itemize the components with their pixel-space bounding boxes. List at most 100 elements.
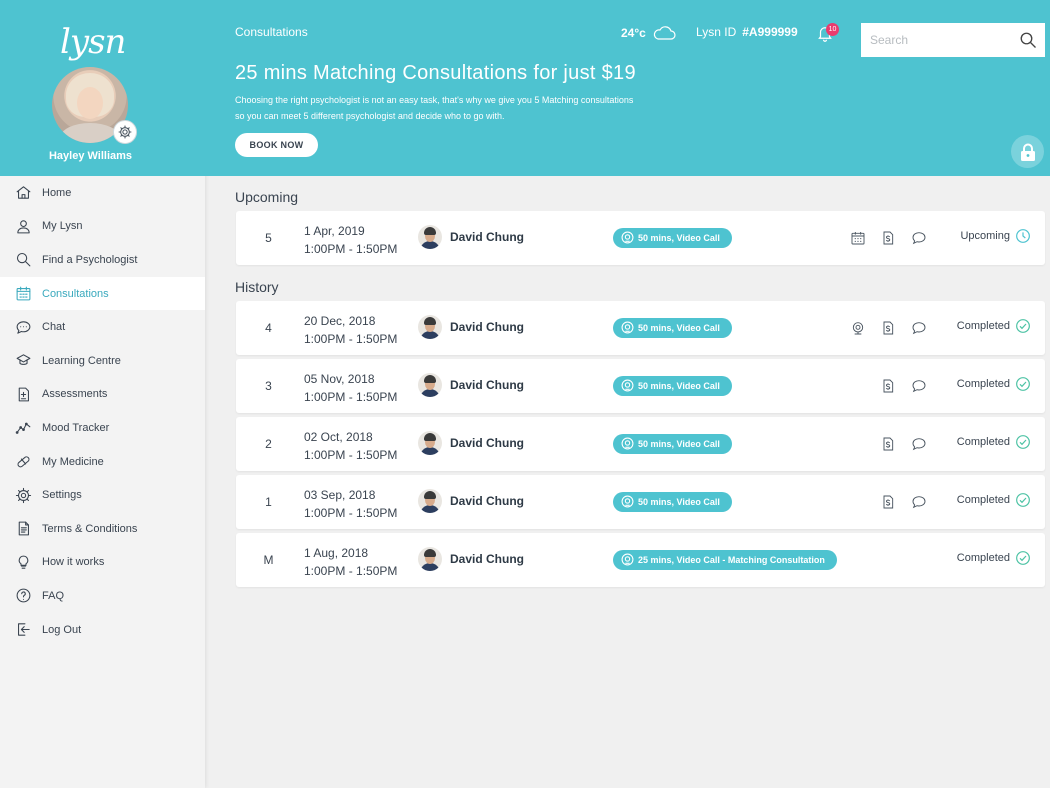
book-now-button[interactable]: BOOK NOW xyxy=(235,133,318,157)
status-badge: Completed xyxy=(957,550,1031,566)
session-datetime: 20 Dec, 2018 1:00PM - 1:50PM xyxy=(304,312,397,348)
psychologist[interactable]: David Chung xyxy=(418,547,524,571)
session-type-label: 50 mins, Video Call xyxy=(638,233,720,243)
session-number: 4 xyxy=(265,321,272,335)
sidebar-item-my-medicine[interactable]: My Medicine xyxy=(0,445,205,479)
psychologist-name: David Chung xyxy=(450,552,524,566)
chat-icon[interactable] xyxy=(910,229,928,247)
document-icon xyxy=(14,520,32,538)
psychologist-avatar xyxy=(418,431,442,455)
cloud-icon xyxy=(653,26,676,40)
invoice-icon[interactable] xyxy=(879,435,897,453)
sidebar-item-learning-centre[interactable]: Learning Centre xyxy=(0,344,205,378)
session-type-label: 50 mins, Video Call xyxy=(638,323,720,333)
mood-tracker-icon xyxy=(14,419,32,437)
session-type-label: 50 mins, Video Call xyxy=(638,381,720,391)
sidebar-item-log-out[interactable]: Log Out xyxy=(0,613,205,647)
session-type-badge: 25 mins, Video Call - Matching Consultat… xyxy=(613,550,837,570)
lock-icon xyxy=(1020,143,1035,161)
session-type-badge: 50 mins, Video Call xyxy=(613,434,732,454)
invoice-icon[interactable] xyxy=(879,493,897,511)
sidebar-item-how-it-works[interactable]: How it works xyxy=(0,546,205,580)
history-consultation-row[interactable]: M 1 Aug, 2018 1:00PM - 1:50PM David Chung 25… xyxy=(236,533,1045,587)
video-call-icon xyxy=(621,231,634,246)
psychologist[interactable]: David Chung xyxy=(418,431,524,455)
chat-icon xyxy=(14,318,32,336)
sidebar-item-terms-conditions[interactable]: Terms & Conditions xyxy=(0,512,205,546)
lysn-logo[interactable]: lysn xyxy=(60,22,126,62)
psychologist[interactable]: David Chung xyxy=(418,489,524,513)
calendar-icon[interactable] xyxy=(849,229,867,247)
notification-badge: 10 xyxy=(826,23,839,36)
psychologist[interactable]: David Chung xyxy=(418,315,524,339)
sidebar-item-label: Consultations xyxy=(42,287,109,300)
sidebar-item-mood-tracker[interactable]: Mood Tracker xyxy=(0,411,205,445)
session-time: 1:00PM - 1:50PM xyxy=(304,448,398,462)
history-consultation-row[interactable]: 2 02 Oct, 2018 1:00PM - 1:50PM David Chung 5… xyxy=(236,417,1045,471)
sidebar-item-label: Chat xyxy=(42,321,66,334)
psychologist[interactable]: David Chung xyxy=(418,225,524,249)
invoice-icon[interactable] xyxy=(879,319,897,337)
upcoming-consultation-row[interactable]: 5 1 Apr, 2019 1:00PM - 1:50PM David Chung 50… xyxy=(236,211,1045,265)
promo-description: Choosing the right psychologist is not a… xyxy=(235,95,634,121)
sidebar-item-label: Mood Tracker xyxy=(42,421,110,434)
sidebar-item-label: Assessments xyxy=(42,388,108,401)
chat-icon[interactable] xyxy=(910,493,928,511)
check-circle-icon xyxy=(1015,550,1031,566)
search-input[interactable] xyxy=(861,23,1045,57)
psychologist-avatar xyxy=(418,315,442,339)
chat-icon[interactable] xyxy=(910,435,928,453)
status-label: Completed xyxy=(956,494,1010,506)
session-number: 5 xyxy=(265,231,272,245)
assessment-icon xyxy=(14,385,32,403)
sidebar-item-label: FAQ xyxy=(42,589,65,602)
status-badge: Upcoming xyxy=(960,228,1031,244)
invoice-icon[interactable] xyxy=(879,229,897,247)
sidebar-item-chat[interactable]: Chat xyxy=(0,310,205,344)
promo-title: 25 mins Matching Consultations for just … xyxy=(235,62,636,84)
video-call-icon xyxy=(621,379,634,394)
learning-icon xyxy=(14,352,32,370)
status-label: Completed xyxy=(956,378,1010,390)
lock-button[interactable] xyxy=(1011,135,1044,168)
status-badge: Completed xyxy=(957,376,1031,392)
search-box xyxy=(861,23,1045,57)
psychologist-name: David Chung xyxy=(450,378,524,392)
chat-icon[interactable] xyxy=(910,319,928,337)
chat-icon[interactable] xyxy=(910,377,928,395)
sidebar-item-consultations[interactable]: Consultations xyxy=(0,276,205,311)
history-consultation-row[interactable]: 3 05 Nov, 2018 1:00PM - 1:50PM David Chung 5… xyxy=(236,359,1045,413)
clock-icon xyxy=(1015,228,1031,244)
search-icon[interactable] xyxy=(1019,31,1037,49)
sidebar-item-my-lysn[interactable]: My Lysn xyxy=(0,210,205,244)
psychologist[interactable]: David Chung xyxy=(418,373,524,397)
sidebar-item-settings[interactable]: Settings xyxy=(0,478,205,512)
history-consultation-row[interactable]: 4 20 Dec, 2018 1:00PM - 1:50PM David Chung 5… xyxy=(236,301,1045,355)
session-date: 1 Aug, 2018 xyxy=(304,546,369,560)
psychologist-name: David Chung xyxy=(450,230,524,244)
status-label: Completed xyxy=(956,320,1010,332)
session-time: 1:00PM - 1:50PM xyxy=(304,242,398,256)
invoice-icon[interactable] xyxy=(879,377,897,395)
sidebar-item-home[interactable]: Home xyxy=(0,176,205,210)
sidebar-item-faq[interactable]: FAQ xyxy=(0,579,205,613)
session-date: 05 Nov, 2018 xyxy=(304,372,375,386)
profile-settings-icon[interactable] xyxy=(113,120,137,144)
webcam-icon[interactable] xyxy=(849,319,867,337)
breadcrumb[interactable]: Consultations xyxy=(235,25,308,39)
question-icon xyxy=(14,587,32,605)
sidebar-item-find-a-psychologist[interactable]: Find a Psychologist xyxy=(0,243,205,277)
session-type-badge: 50 mins, Video Call xyxy=(613,228,732,248)
sidebar-item-label: Learning Centre xyxy=(42,354,121,367)
session-type-label: 50 mins, Video Call xyxy=(638,439,720,449)
user-name: Hayley Williams xyxy=(48,150,133,162)
gear-icon xyxy=(14,486,32,504)
session-time: 1:00PM - 1:50PM xyxy=(304,332,398,346)
history-consultation-row[interactable]: 1 03 Sep, 2018 1:00PM - 1:50PM David Chung 5… xyxy=(236,475,1045,529)
sidebar-item-label: Home xyxy=(42,186,72,199)
video-call-icon xyxy=(621,321,634,336)
psychologist-name: David Chung xyxy=(450,320,524,334)
sidebar-item-assessments[interactable]: Assessments xyxy=(0,378,205,412)
session-date: 03 Sep, 2018 xyxy=(304,488,376,502)
video-call-icon xyxy=(621,495,634,510)
